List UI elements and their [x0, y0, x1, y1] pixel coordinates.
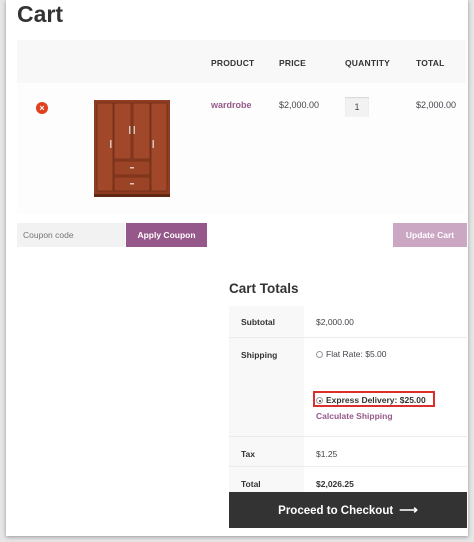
remove-x-icon[interactable]: ×	[36, 102, 48, 114]
calculate-shipping-link[interactable]: Calculate Shipping	[316, 411, 393, 421]
tax-value: $1.25	[316, 449, 338, 459]
cart-totals-table: Subtotal $2,000.00 Shipping Flat Rate: $…	[229, 306, 467, 497]
update-cart-button[interactable]: Update Cart	[393, 223, 467, 247]
arrow-right-icon: ⟶	[399, 502, 418, 517]
shipping-options: Flat Rate: $5.00 Express Delivery: $25.0…	[304, 338, 467, 437]
coupon-code-input[interactable]	[17, 223, 125, 247]
option-label: Flat Rate:	[326, 349, 363, 359]
header-product: PRODUCT	[211, 58, 255, 68]
option-price: $5.00	[365, 349, 387, 359]
line-total-cell: $2,000.00	[416, 100, 457, 110]
highlight-box	[313, 391, 435, 407]
subtotal-label: Subtotal	[229, 306, 304, 338]
shipping-option-flat-rate[interactable]: Flat Rate: $5.00	[316, 349, 387, 359]
header-price: PRICE	[279, 58, 306, 68]
tax-row: Tax $1.25	[229, 437, 467, 467]
cart-table-header: PRODUCT PRICE QUANTITY TOTAL	[17, 40, 466, 83]
page-title: Cart	[17, 1, 64, 27]
subtotal-value: $2,000.00	[316, 317, 354, 327]
header-quantity: QUANTITY	[345, 58, 391, 68]
radio-button[interactable]	[316, 351, 323, 358]
header-total: TOTAL	[416, 58, 445, 68]
price-cell: $2,000.00	[279, 100, 320, 110]
quantity-input[interactable]	[345, 97, 369, 117]
proceed-to-checkout-button[interactable]: Proceed to Checkout ⟶	[229, 492, 467, 528]
page-frame: Cart PRODUCT PRICE QUANTITY TOTAL × ward…	[6, 0, 468, 536]
table-row: × wardrobe $2,000.00 $2,000.00	[17, 83, 466, 214]
apply-coupon-button[interactable]: Apply Coupon	[126, 223, 207, 247]
subtotal-row: Subtotal $2,000.00	[229, 306, 467, 338]
shipping-label: Shipping	[229, 338, 304, 437]
checkout-label: Proceed to Checkout	[278, 505, 394, 517]
tax-label: Tax	[229, 437, 304, 467]
wardrobe-thumbnail	[94, 100, 170, 197]
shipping-row: Shipping Flat Rate: $5.00 Express Delive…	[229, 338, 467, 437]
product-link[interactable]: wardrobe	[211, 100, 252, 110]
cart-totals-title: Cart Totals	[229, 281, 299, 296]
